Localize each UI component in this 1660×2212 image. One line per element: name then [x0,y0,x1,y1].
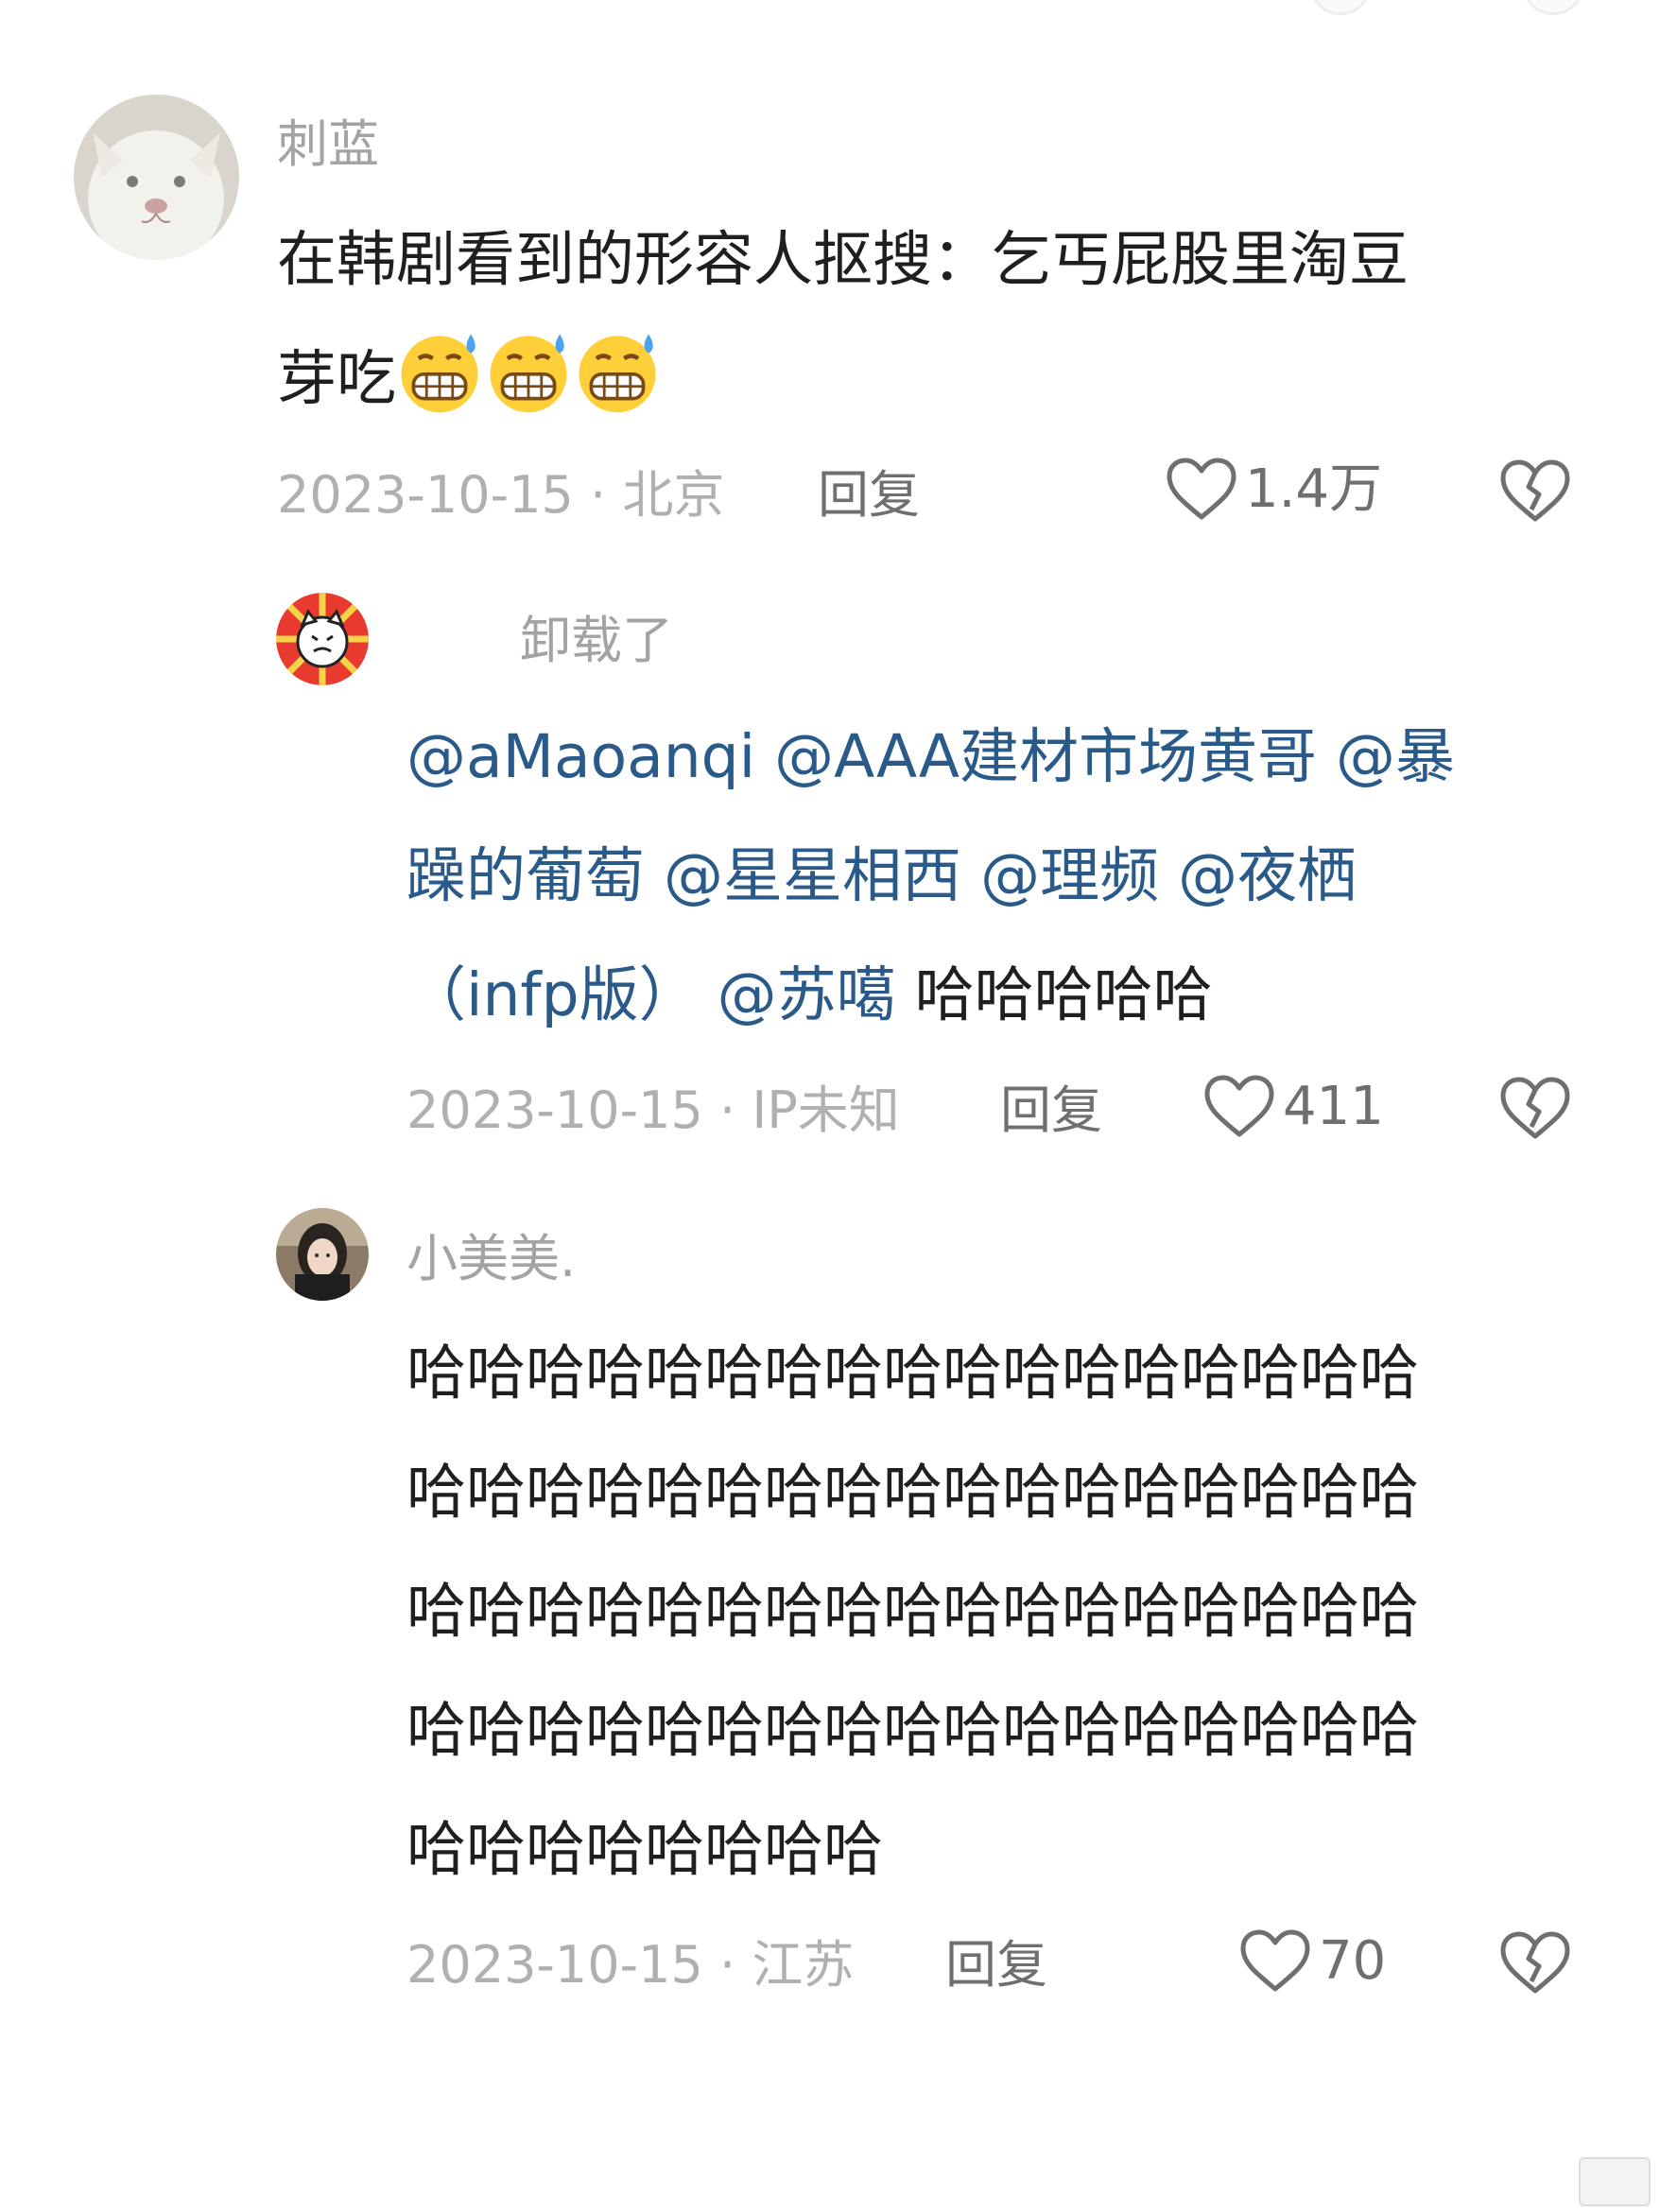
broken-heart-icon [1500,1931,1570,1994]
reply-button[interactable]: 回复 [818,470,920,521]
reply-button[interactable]: 回复 [945,1940,1047,1991]
comment-content: @aMaoanqi @AAA建材市场黄哥 @暴 躁的葡萄 @星星相西 @理频 @… [406,698,1455,1055]
like-count: 1.4万 [1245,458,1383,520]
mention-link[interactable]: @夜栖 [1178,841,1357,910]
heart-outline-icon [1167,458,1236,520]
broken-heart-icon [1500,1077,1570,1139]
like-count: 70 [1319,1930,1387,1992]
user-avatar-photo[interactable] [276,1208,369,1301]
comment-meta: 2023-10-15 · 江苏 [406,1935,855,1995]
user-avatar-cat[interactable] [74,95,239,260]
comment-meta: 2023-10-15 · 北京 [277,465,725,525]
mention-link[interactable]: @AAA建材市场黄哥 [774,722,1317,791]
comment-username[interactable]: 刺蓝 [277,119,379,170]
grimacing-sweat-emoji [401,334,478,413]
like-button[interactable]: 1.4万 [1166,457,1382,523]
watermark-mark [1579,2157,1651,2206]
user-avatar-cartoon[interactable] [276,593,369,685]
comment-username[interactable]: 卸载了 [520,615,673,666]
mention-link[interactable]: @苏噶 [718,960,896,1029]
dislike-button[interactable] [1499,458,1571,525]
mention-link[interactable]: @理频 [980,841,1159,910]
heart-outline-icon [1240,1929,1310,1992]
mention-link[interactable]: @暴 [1336,722,1455,791]
like-button[interactable]: 70 [1239,1928,1386,1995]
comment-meta: 2023-10-15 · IP未知 [406,1080,900,1140]
top-partial-button [1522,0,1584,15]
top-partial-button [1309,0,1372,15]
reply-button[interactable]: 回复 [1000,1085,1102,1136]
mention-link[interactable]: 躁的葡萄 [406,841,645,910]
like-button[interactable]: 411 [1203,1074,1384,1140]
mention-link[interactable]: （infp版） [406,960,699,1029]
like-count: 411 [1283,1076,1384,1137]
heart-outline-icon [1204,1075,1274,1137]
comment-line: （infp版） @苏噶 哈哈哈哈哈 [406,936,1455,1055]
broken-heart-icon [1500,459,1570,522]
comment-text: 哈哈哈哈哈 [914,960,1213,1029]
comment-line: 哈哈哈哈哈哈哈哈哈哈哈哈哈哈哈哈哈 [406,1577,1419,1646]
mention-link[interactable]: @星星相西 [664,841,961,910]
comment-line: 哈哈哈哈哈哈哈哈 [406,1815,883,1884]
comment-line: 哈哈哈哈哈哈哈哈哈哈哈哈哈哈哈哈哈 [406,1458,1419,1527]
comment-line: @aMaoanqi @AAA建材市场黄哥 @暴 [406,698,1455,817]
comment-username[interactable]: 小美美. [406,1234,576,1285]
comment-line: 在韩剧看到的形容人抠搜：乞丐屁股里淘豆 [277,225,1409,294]
dislike-button[interactable] [1499,1930,1571,1996]
grimacing-sweat-emoji [490,334,567,413]
dislike-button[interactable] [1499,1076,1571,1142]
grimacing-sweat-emoji [579,334,656,413]
comment-content: 在韩剧看到的形容人抠搜：乞丐屁股里淘豆 芽吃 [277,200,1409,439]
mention-link[interactable]: @aMaoanqi [406,722,755,791]
comment-line: 哈哈哈哈哈哈哈哈哈哈哈哈哈哈哈哈哈 [406,1339,1419,1408]
comment-line: 哈哈哈哈哈哈哈哈哈哈哈哈哈哈哈哈哈 [406,1696,1419,1765]
comment-line: 芽吃 [277,320,1409,439]
comment-line: 躁的葡萄 @星星相西 @理频 @夜栖 [406,817,1455,936]
comment-content: 哈哈哈哈哈哈哈哈哈哈哈哈哈哈哈哈哈 哈哈哈哈哈哈哈哈哈哈哈哈哈哈哈哈哈 哈哈哈哈… [406,1314,1419,1910]
comment-text: 芽吃 [277,344,396,413]
